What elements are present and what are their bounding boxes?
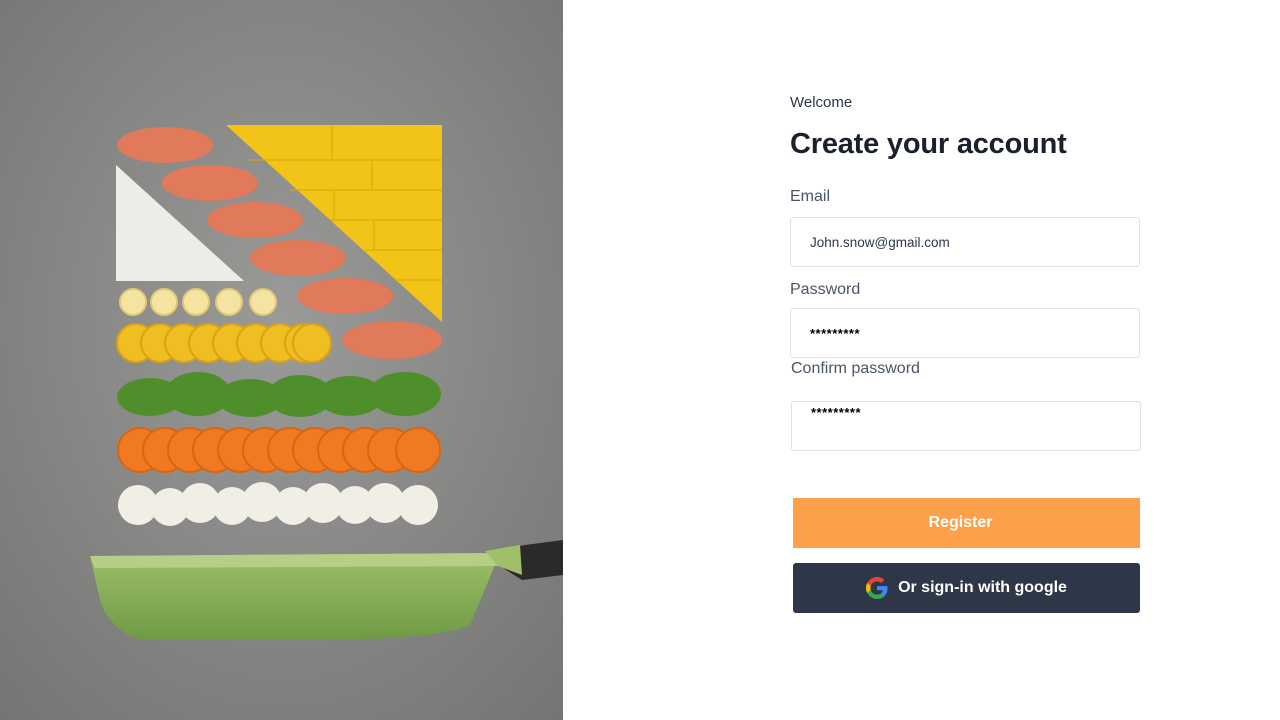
- register-button-label: Register: [928, 514, 993, 531]
- password-label: Password: [790, 281, 861, 298]
- google-button-label: Or sign-in with google: [898, 579, 1067, 596]
- register-button[interactable]: Register: [793, 498, 1140, 548]
- food-arrangement-illustration: [0, 0, 563, 720]
- hero-photo: [0, 0, 563, 720]
- confirm-password-label: Confirm password: [791, 360, 920, 377]
- confirm-password-field[interactable]: [791, 401, 1141, 451]
- email-label: Email: [790, 188, 831, 205]
- page-title: Create your account: [790, 128, 1067, 160]
- google-signin-button[interactable]: Or sign-in with google: [793, 563, 1140, 613]
- google-logo-icon: [866, 577, 888, 599]
- password-field[interactable]: [790, 308, 1140, 358]
- email-field[interactable]: [790, 217, 1140, 267]
- welcome-text: Welcome: [790, 94, 853, 111]
- register-form: Welcome Create your account Email Passwo…: [790, 0, 1150, 720]
